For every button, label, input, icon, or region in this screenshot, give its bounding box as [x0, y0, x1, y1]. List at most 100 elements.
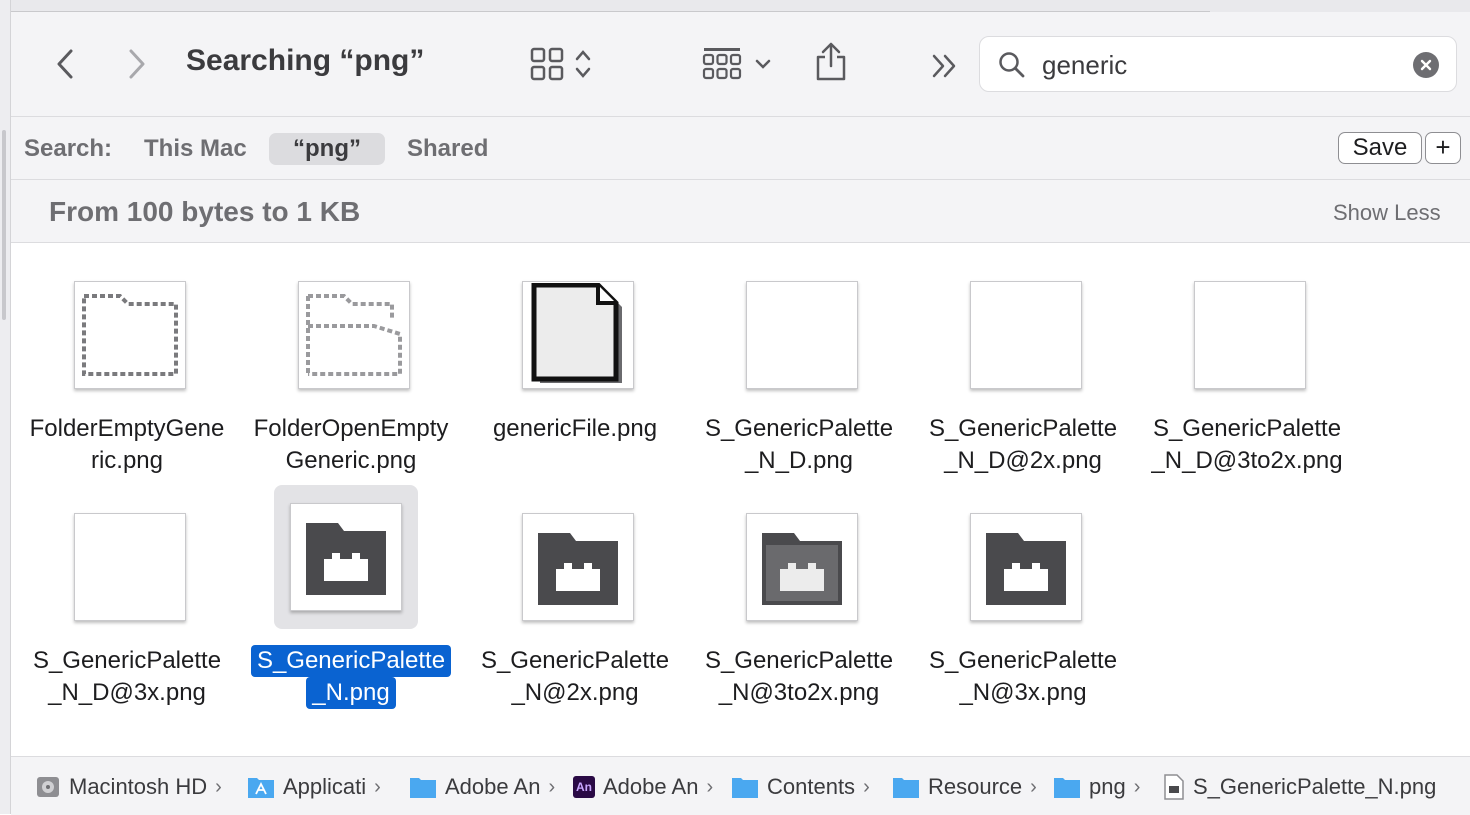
file-name-line: Generic.png	[285, 447, 417, 474]
path-item-png[interactable]: png ›	[1053, 774, 1140, 800]
add-criteria-button[interactable]: +	[1425, 132, 1461, 164]
blank-image-icon	[1194, 281, 1306, 389]
path-item-adobe-animate-app[interactable]: An Adobe An ›	[573, 774, 713, 800]
file-name-line: _N@2x.png	[511, 679, 639, 706]
file-item[interactable]: FolderOpenEmpty Generic.png	[239, 243, 463, 475]
file-item[interactable]: FolderEmptyGene ric.png	[15, 243, 239, 475]
share-button[interactable]	[809, 38, 853, 86]
file-name-line: S_GenericPalette	[480, 647, 670, 674]
folder-open-outline-icon	[306, 294, 402, 376]
file-name-line: _N_D@3to2x.png	[1151, 447, 1343, 474]
file-name-line: FolderOpenEmpty	[253, 415, 449, 442]
path-item-label: Adobe An	[603, 774, 699, 799]
disk-icon	[37, 777, 59, 797]
file-item[interactable]: S_GenericPalette _N_D@3x.png	[15, 475, 239, 707]
blank-image-icon	[746, 281, 858, 389]
scope-shared[interactable]: Shared	[395, 133, 500, 165]
search-scope-label: Search:	[24, 135, 113, 162]
blank-image-icon	[970, 281, 1082, 389]
folder-icon	[410, 778, 436, 798]
chevron-right-icon	[129, 49, 145, 79]
chevron-down-icon	[755, 59, 771, 69]
chevron-right-icon: ›	[1030, 775, 1037, 798]
animate-app-icon: An	[573, 776, 595, 798]
up-down-chevron-icon	[575, 50, 591, 78]
file-name-line: _N@3x.png	[959, 679, 1087, 706]
folder-empty-outline-icon	[82, 294, 178, 376]
path-item-selected-file[interactable]: S_GenericPalette_N.png	[1163, 774, 1436, 800]
path-item-label: S_GenericPalette_N.png	[1193, 774, 1437, 799]
chevron-right-icon: ›	[1133, 775, 1141, 798]
chevron-right-icon: ›	[215, 775, 222, 798]
close-icon	[1420, 59, 1432, 71]
palette-folder-icon	[986, 533, 1066, 605]
file-item[interactable]: S_GenericPalette _N@2x.png	[463, 475, 687, 707]
file-name-line: S_GenericPalette	[928, 415, 1118, 442]
scope-png-folder[interactable]: “png”	[269, 133, 385, 165]
file-name-line: ric.png	[90, 447, 164, 474]
search-field[interactable]	[979, 36, 1457, 92]
file-item[interactable]: S_GenericPalette _N_D.png	[687, 243, 911, 475]
path-item-label: png	[1089, 774, 1126, 799]
blank-image-icon	[74, 513, 186, 621]
file-item[interactable]: S_GenericPalette _N_D@3to2x.png	[1135, 243, 1359, 475]
path-item-label: Resource	[928, 774, 1023, 799]
folder-icon	[893, 778, 919, 798]
icon-view-grid-icon	[530, 47, 564, 81]
chevron-left-icon	[57, 49, 73, 79]
generic-file-icon	[531, 283, 622, 383]
file-name-line: genericFile.png	[492, 415, 658, 442]
forward-button[interactable]	[119, 44, 155, 84]
path-item-contents[interactable]: Contents ›	[731, 774, 870, 800]
toolbar: Searching “png”	[11, 12, 1470, 117]
chevron-right-icon: ›	[706, 775, 714, 798]
path-bar: Macintosh HD › Applicati › Adobe An › An Ad…	[11, 756, 1470, 815]
magnifier-icon	[999, 52, 1025, 78]
double-chevron-right-icon	[932, 54, 956, 78]
path-item-label: Applicati	[283, 774, 367, 799]
group-grid-icon	[702, 48, 742, 80]
path-item-label: Adobe An	[445, 774, 541, 799]
sidebar-scrollbar[interactable]	[2, 130, 6, 320]
palette-folder-icon	[538, 533, 618, 605]
view-mode-button[interactable]	[523, 42, 599, 86]
folder-icon	[1054, 778, 1080, 798]
share-icon	[816, 42, 846, 81]
window-title: Searching “png”	[186, 44, 425, 77]
selection-highlight	[274, 485, 418, 629]
applications-folder-icon	[248, 778, 274, 798]
palette-folder-icon	[762, 533, 842, 605]
more-toolbar-items-button[interactable]	[925, 46, 965, 86]
show-less-button[interactable]: Show Less	[1333, 200, 1441, 226]
search-input[interactable]	[1040, 46, 1404, 84]
file-item[interactable]: S_GenericPalette _N_D@2x.png	[911, 243, 1135, 475]
path-item-macintosh-hd[interactable]: Macintosh HD ›	[35, 774, 222, 800]
group-title: From 100 bytes to 1 KB	[49, 196, 361, 227]
file-name-line: S_GenericPalette	[32, 647, 222, 674]
file-name-line: _N@3to2x.png	[718, 679, 880, 706]
path-item-label: Macintosh HD	[69, 774, 208, 799]
path-item-resources[interactable]: Resource ›	[892, 774, 1037, 800]
path-item-applications[interactable]: Applicati ›	[247, 774, 381, 800]
sidebar-edge	[0, 0, 11, 814]
file-name-line: S_GenericPalette	[704, 415, 894, 442]
file-item[interactable]: S_GenericPalette _N@3to2x.png	[687, 475, 911, 707]
file-item[interactable]: S_GenericPalette _N@3x.png	[911, 475, 1135, 707]
file-name-line: FolderEmptyGene	[29, 415, 225, 442]
file-name-line: S_GenericPalette	[928, 647, 1118, 674]
group-by-button[interactable]	[699, 42, 775, 86]
palette-folder-icon	[306, 523, 386, 595]
chevron-right-icon: ›	[374, 775, 381, 798]
file-item[interactable]: genericFile.png	[463, 243, 687, 475]
file-name-line: S_GenericPalette	[1152, 415, 1342, 442]
back-button[interactable]	[47, 44, 83, 84]
path-item-adobe-animate-folder[interactable]: Adobe An ›	[409, 774, 555, 800]
file-item-selected[interactable]: S_GenericPalette _N.png	[239, 475, 463, 709]
path-item-label: Contents	[767, 774, 856, 799]
file-name-line: S_GenericPalette	[704, 647, 894, 674]
clear-search-button[interactable]	[1413, 52, 1439, 78]
save-search-button[interactable]: Save	[1338, 132, 1422, 164]
window-top-edge	[0, 0, 1470, 12]
search-scope-bar: Search: This Mac “png” Shared Save +	[11, 117, 1470, 180]
scope-this-mac[interactable]: This Mac	[132, 133, 259, 165]
